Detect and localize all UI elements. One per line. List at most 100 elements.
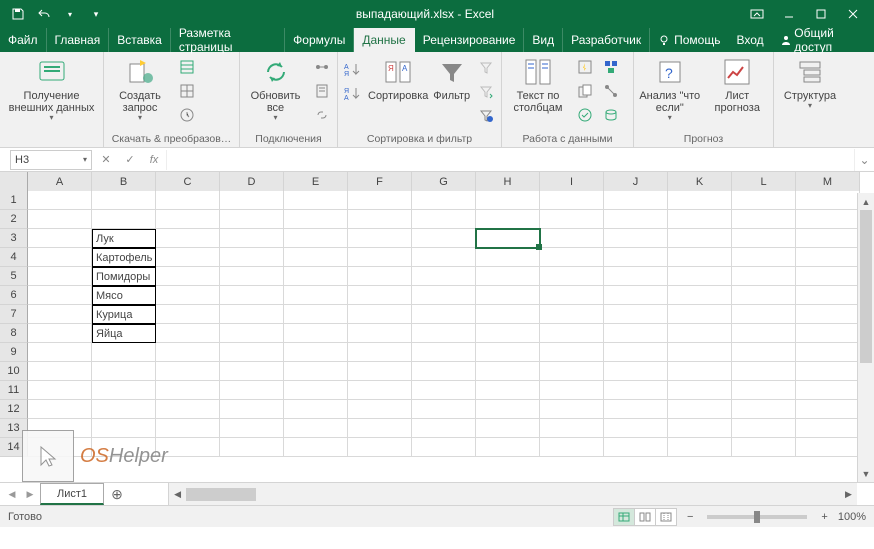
cell[interactable] bbox=[412, 400, 476, 419]
cell[interactable] bbox=[156, 362, 220, 381]
zoom-out-button[interactable]: − bbox=[687, 511, 693, 523]
sign-in-button[interactable]: Вход bbox=[728, 28, 771, 52]
close-button[interactable] bbox=[838, 3, 868, 25]
cell[interactable] bbox=[476, 191, 540, 210]
cell[interactable] bbox=[156, 210, 220, 229]
cell[interactable] bbox=[220, 438, 284, 457]
tab-data[interactable]: Данные bbox=[354, 28, 414, 52]
cell[interactable] bbox=[796, 191, 860, 210]
cell[interactable] bbox=[28, 419, 92, 438]
cell[interactable] bbox=[220, 210, 284, 229]
cell[interactable] bbox=[732, 343, 796, 362]
column-header[interactable]: I bbox=[540, 172, 604, 193]
cell[interactable] bbox=[540, 381, 604, 400]
cell[interactable] bbox=[92, 400, 156, 419]
clear-filter-button[interactable] bbox=[475, 56, 497, 78]
cell[interactable] bbox=[220, 419, 284, 438]
row-header[interactable]: 10 bbox=[0, 362, 28, 381]
tab-page-layout[interactable]: Разметка страницы bbox=[171, 28, 285, 52]
row-header[interactable]: 4 bbox=[0, 248, 28, 267]
cell[interactable] bbox=[476, 248, 540, 267]
cell[interactable] bbox=[732, 267, 796, 286]
hscroll-thumb[interactable] bbox=[186, 488, 256, 501]
cell[interactable] bbox=[220, 229, 284, 248]
cell[interactable] bbox=[92, 381, 156, 400]
cell[interactable]: Картофель bbox=[92, 248, 156, 267]
cell[interactable] bbox=[732, 210, 796, 229]
data-validation-button[interactable] bbox=[574, 104, 596, 126]
cell[interactable] bbox=[156, 419, 220, 438]
cell[interactable] bbox=[540, 305, 604, 324]
cell[interactable] bbox=[220, 248, 284, 267]
outline-button[interactable]: Структура ▾ bbox=[778, 54, 842, 111]
sort-az-button[interactable]: AЯ bbox=[342, 58, 364, 80]
manage-data-model-button[interactable] bbox=[600, 104, 622, 126]
row-header[interactable]: 13 bbox=[0, 419, 28, 438]
cell[interactable] bbox=[284, 229, 348, 248]
normal-view-button[interactable] bbox=[613, 508, 635, 526]
cell[interactable] bbox=[92, 419, 156, 438]
cell[interactable] bbox=[348, 362, 412, 381]
cell[interactable] bbox=[668, 400, 732, 419]
tab-review[interactable]: Рецензирование bbox=[415, 28, 525, 52]
cell[interactable] bbox=[668, 267, 732, 286]
cell[interactable] bbox=[348, 381, 412, 400]
row-header[interactable]: 7 bbox=[0, 305, 28, 324]
cell[interactable] bbox=[220, 362, 284, 381]
cell[interactable] bbox=[412, 381, 476, 400]
cell[interactable] bbox=[668, 286, 732, 305]
cell[interactable] bbox=[412, 267, 476, 286]
cell[interactable] bbox=[668, 229, 732, 248]
cell[interactable] bbox=[732, 438, 796, 457]
what-if-button[interactable]: ?Анализ "что если" ▾ bbox=[638, 54, 702, 123]
qat-customize[interactable]: ▾ bbox=[84, 3, 108, 25]
cell[interactable] bbox=[284, 210, 348, 229]
tab-insert[interactable]: Вставка bbox=[109, 28, 171, 52]
column-header[interactable]: M bbox=[796, 172, 860, 193]
cell[interactable] bbox=[284, 419, 348, 438]
cell[interactable] bbox=[220, 305, 284, 324]
cell[interactable] bbox=[732, 324, 796, 343]
properties-button[interactable] bbox=[311, 80, 333, 102]
cell[interactable] bbox=[732, 191, 796, 210]
cell[interactable] bbox=[604, 343, 668, 362]
cell[interactable] bbox=[28, 267, 92, 286]
sheet-nav-prev[interactable]: ◀ bbox=[4, 484, 20, 504]
cell[interactable] bbox=[668, 305, 732, 324]
cell[interactable] bbox=[476, 324, 540, 343]
cell[interactable] bbox=[540, 229, 604, 248]
cell[interactable] bbox=[604, 229, 668, 248]
cell[interactable] bbox=[732, 419, 796, 438]
cell[interactable] bbox=[476, 229, 540, 248]
cell[interactable] bbox=[284, 362, 348, 381]
cell[interactable] bbox=[604, 400, 668, 419]
relationships-button[interactable] bbox=[600, 80, 622, 102]
undo-button[interactable] bbox=[32, 3, 56, 25]
get-external-data-button[interactable]: Получение внешних данных ▾ bbox=[4, 54, 99, 123]
name-box[interactable]: H3▾ bbox=[10, 150, 92, 170]
cell[interactable] bbox=[604, 362, 668, 381]
sheet-tab-active[interactable]: Лист1 bbox=[40, 483, 104, 505]
cell[interactable] bbox=[540, 343, 604, 362]
cell[interactable]: Мясо bbox=[92, 286, 156, 305]
cell[interactable] bbox=[476, 381, 540, 400]
cell[interactable] bbox=[796, 286, 860, 305]
cell[interactable] bbox=[732, 362, 796, 381]
cell[interactable] bbox=[540, 438, 604, 457]
tab-home[interactable]: Главная bbox=[47, 28, 110, 52]
tell-me[interactable]: Помощь bbox=[650, 28, 728, 52]
column-header[interactable]: L bbox=[732, 172, 796, 193]
vertical-scrollbar[interactable]: ▲ ▼ bbox=[857, 193, 874, 482]
sort-za-button[interactable]: ЯA bbox=[342, 82, 364, 104]
column-header[interactable]: E bbox=[284, 172, 348, 193]
cell[interactable] bbox=[28, 343, 92, 362]
cell[interactable] bbox=[540, 324, 604, 343]
cell[interactable] bbox=[732, 305, 796, 324]
cell[interactable] bbox=[412, 362, 476, 381]
cell[interactable] bbox=[732, 229, 796, 248]
cell[interactable] bbox=[668, 438, 732, 457]
cell[interactable] bbox=[220, 267, 284, 286]
cell[interactable] bbox=[412, 343, 476, 362]
column-header[interactable]: B bbox=[92, 172, 156, 193]
sort-button[interactable]: ЯAСортировка bbox=[368, 54, 428, 102]
